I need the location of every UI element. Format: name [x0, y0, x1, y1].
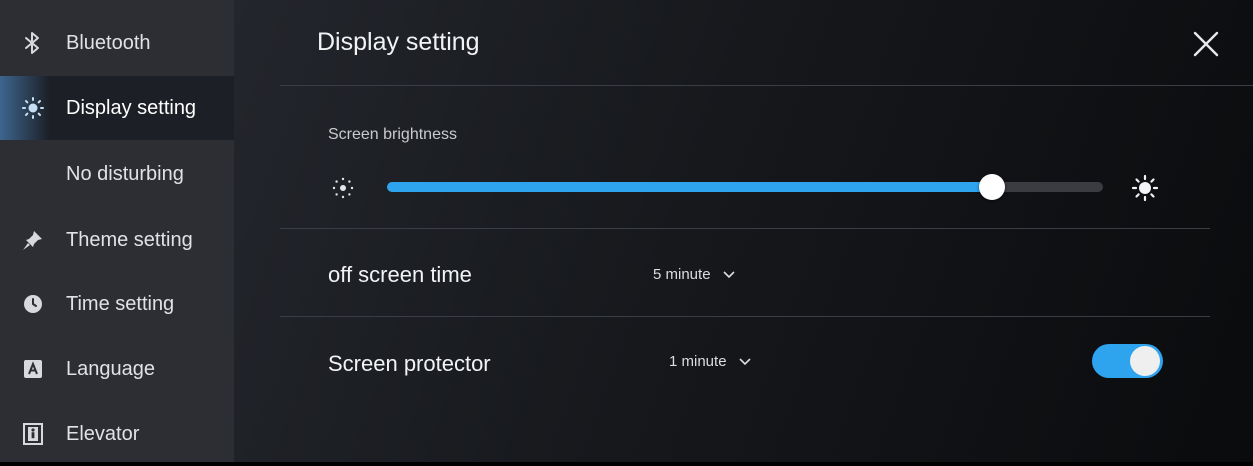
page-title: Display setting — [317, 28, 480, 56]
brightness-slider-thumb[interactable] — [979, 174, 1006, 200]
moon-icon — [20, 161, 46, 187]
sidebar-item-language[interactable]: Language — [0, 337, 234, 401]
sidebar-item-elevator[interactable]: Elevator — [0, 402, 234, 466]
brightness-slider-fill — [387, 182, 993, 192]
sidebar-item-label: Time setting — [66, 292, 175, 315]
pin-icon — [20, 227, 46, 253]
off-screen-time-value: 5 minute — [653, 266, 711, 283]
sidebar-item-label: Language — [66, 357, 155, 380]
clock-icon — [20, 291, 46, 317]
close-button[interactable] — [1190, 28, 1222, 60]
brightness-slider[interactable] — [387, 174, 1103, 200]
sidebar-item-label: No disturbing — [66, 162, 184, 185]
sidebar-item-time-setting[interactable]: Time setting — [0, 272, 234, 336]
chevron-down-icon — [738, 357, 751, 365]
close-icon — [1193, 31, 1219, 57]
sidebar-item-theme-setting[interactable]: Theme setting — [0, 208, 234, 272]
off-screen-time-dropdown[interactable]: 5 minute — [653, 266, 735, 283]
sidebar-item-bluetooth[interactable]: Bluetooth — [0, 11, 234, 75]
divider — [280, 316, 1210, 317]
brightness-low-icon — [332, 177, 354, 199]
divider — [280, 228, 1210, 229]
off-screen-time-label: off screen time — [328, 262, 472, 287]
toggle-knob — [1130, 346, 1160, 376]
language-icon — [20, 356, 46, 382]
screen-protector-value: 1 minute — [669, 353, 727, 370]
screen-protector-label: Screen protector — [328, 351, 491, 376]
sidebar-item-label: Elevator — [66, 422, 140, 445]
screen-protector-toggle[interactable] — [1092, 344, 1163, 378]
sidebar-item-no-disturbing[interactable]: No disturbing — [0, 142, 234, 206]
main-panel: Display setting Screen brightness off sc… — [234, 0, 1253, 462]
sidebar-item-display-setting[interactable]: Display setting — [0, 76, 234, 140]
brightness-icon — [20, 95, 46, 121]
chevron-down-icon — [722, 270, 735, 278]
sidebar: Bluetooth Display setting No disturbing … — [0, 0, 234, 462]
bluetooth-icon — [20, 30, 46, 56]
sidebar-item-label: Theme setting — [66, 228, 193, 251]
sidebar-item-label: Bluetooth — [66, 31, 151, 54]
brightness-label: Screen brightness — [328, 126, 457, 143]
elevator-icon — [20, 421, 46, 447]
settings-window: Bluetooth Display setting No disturbing … — [0, 0, 1253, 462]
brightness-high-icon — [1131, 174, 1159, 202]
sidebar-item-label: Display setting — [66, 96, 197, 119]
screen-protector-dropdown[interactable]: 1 minute — [669, 353, 751, 370]
divider — [280, 85, 1253, 86]
